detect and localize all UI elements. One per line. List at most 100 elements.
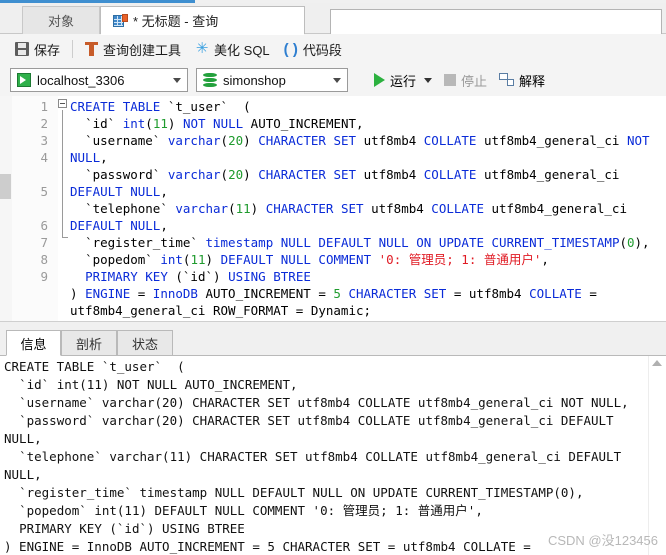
tab-objects-label: 对象 bbox=[47, 14, 74, 29]
toolbar-separator bbox=[72, 40, 74, 58]
message-output-panel[interactable]: CREATE TABLE `t_user` ( `id` int(11) NOT… bbox=[0, 356, 666, 555]
sql-token: utf8mb4_general_ci bbox=[483, 201, 635, 216]
sql-token: NULL bbox=[130, 184, 161, 199]
sql-token: AUTO_INCREMENT = bbox=[197, 286, 334, 301]
sql-token: 20 bbox=[228, 167, 244, 182]
panel-splitter[interactable] bbox=[0, 321, 666, 329]
sql-token: DEFAULT bbox=[70, 184, 123, 199]
sql-token: USING bbox=[228, 269, 266, 284]
sql-token: 11 bbox=[190, 252, 206, 267]
sql-token: 11 bbox=[152, 116, 168, 131]
sql-token: BTREE bbox=[273, 269, 311, 284]
sql-token: SET bbox=[333, 167, 357, 182]
sql-token: SET bbox=[423, 286, 447, 301]
sql-token: ) bbox=[243, 167, 259, 182]
editor-line-number: 6 bbox=[40, 218, 48, 233]
sql-token: InnoDB bbox=[152, 286, 198, 301]
sql-token: utf8mb4 bbox=[363, 201, 432, 216]
tab-query-untitled[interactable]: * 无标题 - 查询 bbox=[100, 6, 305, 35]
explain-icon bbox=[499, 73, 515, 87]
explain-button[interactable]: 解释 bbox=[493, 68, 551, 93]
sql-token: NULL bbox=[213, 116, 244, 131]
sql-token: ) bbox=[205, 252, 221, 267]
editor-line-number: 1 bbox=[40, 99, 48, 114]
database-select[interactable]: simonshop bbox=[196, 68, 348, 92]
sql-token: TABLE bbox=[122, 99, 161, 114]
sql-token: utf8mb4 bbox=[356, 167, 424, 182]
sql-token: NOT bbox=[626, 133, 650, 148]
sql-token: PRIMARY bbox=[85, 269, 138, 284]
fold-range-line bbox=[62, 110, 68, 238]
sql-token: SET bbox=[333, 133, 357, 148]
sql-token: 0 bbox=[627, 235, 635, 250]
sql-token: DEFAULT bbox=[70, 218, 123, 233]
editor-line-number: 5 bbox=[40, 184, 48, 199]
scroll-up-arrow-icon[interactable] bbox=[652, 360, 662, 366]
sql-token: = utf8mb4 bbox=[446, 286, 530, 301]
sql-token: ON bbox=[416, 235, 432, 250]
sql-editor[interactable]: 1 2 3 4 5 6 7 8 9 CREATE TABLE `t_user` ( `id` i… bbox=[0, 96, 666, 321]
tab-query-untitled-label: * 无标题 - 查询 bbox=[133, 14, 219, 29]
sql-token: varchar bbox=[167, 133, 221, 148]
chevron-down-icon bbox=[333, 77, 341, 83]
save-button[interactable]: 保存 bbox=[8, 37, 67, 62]
tab-profile[interactable]: 剖析 bbox=[61, 330, 117, 356]
sql-token: varchar bbox=[167, 167, 221, 182]
sql-token: CHARACTER bbox=[258, 133, 326, 148]
sql-token: NULL bbox=[70, 150, 101, 165]
editor-left-scrollbar[interactable] bbox=[0, 96, 12, 321]
sql-token: NOT bbox=[182, 116, 206, 131]
stop-button[interactable]: 停止 bbox=[438, 68, 493, 93]
tab-message[interactable]: 信息 bbox=[6, 330, 61, 356]
tab-status[interactable]: 状态 bbox=[117, 330, 173, 356]
sql-token: ) bbox=[243, 133, 259, 148]
editor-left-scroll-thumb[interactable] bbox=[0, 174, 11, 199]
sql-token: CHARACTER bbox=[258, 167, 326, 182]
sql-token: UPDATE bbox=[438, 235, 484, 250]
connection-toolbar: localhost_3306 simonshop 运行 停止 解释 bbox=[0, 64, 666, 96]
code-snippet-label: 代码段 bbox=[302, 42, 342, 58]
sql-token: NULL bbox=[130, 218, 161, 233]
sql-token: varchar bbox=[175, 201, 229, 216]
sql-token: COLLATE bbox=[423, 167, 477, 182]
stop-icon bbox=[444, 74, 457, 86]
sql-token: ) bbox=[70, 286, 78, 301]
sql-token: COLLATE bbox=[529, 286, 582, 301]
tab-objects[interactable]: 对象 bbox=[22, 6, 100, 34]
connection-select[interactable]: localhost_3306 bbox=[10, 68, 188, 92]
result-tab-bar: 信息 剖析 状态 bbox=[0, 329, 666, 356]
editor-fold-rail[interactable] bbox=[58, 96, 70, 321]
run-button[interactable]: 运行 bbox=[368, 68, 438, 93]
run-button-label: 运行 bbox=[390, 73, 417, 89]
sql-token: timestamp bbox=[205, 235, 274, 250]
sql-token: int bbox=[122, 116, 146, 131]
output-vertical-scrollbar[interactable] bbox=[648, 356, 666, 555]
database-select-value: simonshop bbox=[223, 72, 286, 88]
code-snippet-button[interactable]: ( ) 代码段 bbox=[277, 37, 349, 62]
fold-collapse-icon[interactable] bbox=[58, 99, 67, 108]
sql-token: CREATE bbox=[70, 99, 116, 114]
run-dropdown-chevron-icon[interactable] bbox=[424, 77, 433, 83]
sql-token: ( bbox=[220, 167, 229, 182]
sql-token: NULL bbox=[280, 235, 311, 250]
sql-token: utf8mb4_general_ci bbox=[476, 167, 627, 182]
save-icon bbox=[15, 42, 29, 56]
beautify-sql-button[interactable]: ✳ 美化 SQL bbox=[188, 37, 277, 62]
query-builder-button[interactable]: 查询创建工具 bbox=[78, 37, 188, 62]
csdn-watermark: CSDN @没123456 bbox=[547, 533, 658, 548]
sql-token: (`id`) bbox=[167, 269, 229, 284]
sql-token: ENGINE bbox=[85, 286, 131, 301]
message-output-text: CREATE TABLE `t_user` ( `id` int(11) NOT… bbox=[4, 359, 629, 554]
navicat-query-window: 对象 * 无标题 - 查询 保存 查询创建工具 ✳ 美化 SQL ( ) 代码段… bbox=[0, 0, 666, 555]
explain-button-label: 解释 bbox=[519, 73, 546, 89]
main-toolbar: 保存 查询创建工具 ✳ 美化 SQL ( ) 代码段 bbox=[0, 34, 666, 64]
sql-code-text[interactable]: CREATE TABLE `t_user` ( `id` int(11) NOT… bbox=[70, 98, 662, 319]
sql-token: ( bbox=[220, 133, 229, 148]
sql-token: CHARACTER bbox=[348, 286, 417, 301]
